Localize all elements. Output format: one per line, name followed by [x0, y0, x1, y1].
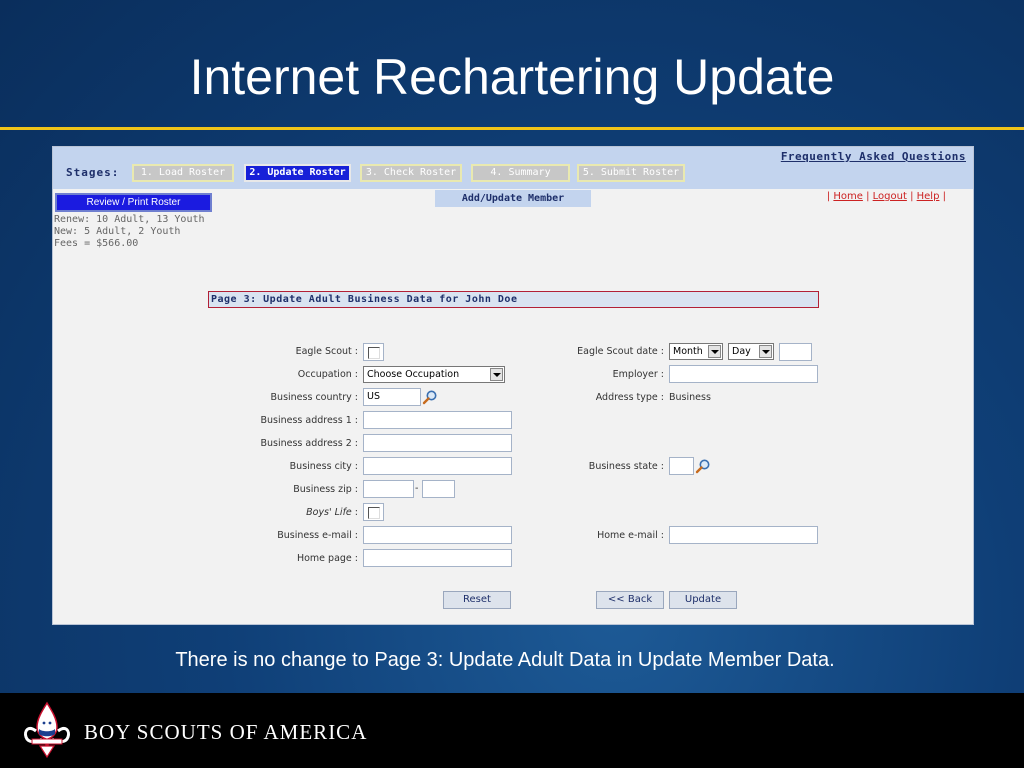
business-country-input[interactable]: US	[363, 388, 421, 406]
home-page-label: Home page :	[296, 553, 358, 564]
top-links: | Home | Logout | Help |	[827, 191, 946, 202]
bsa-fleur-de-lis-logo	[24, 701, 70, 759]
stages-label: Stages:	[66, 166, 120, 179]
section-header: Page 3: Update Adult Business Data for J…	[208, 291, 819, 308]
home-email-input[interactable]	[669, 526, 818, 544]
boys-life-checkbox[interactable]	[363, 503, 384, 521]
eagle-day-select[interactable]: Day	[728, 343, 774, 360]
day-value: Day	[732, 346, 751, 357]
eagle-scout-checkbox[interactable]	[363, 343, 384, 361]
eagle-scout-label: Eagle Scout :	[295, 346, 358, 357]
address-type-value: Business	[669, 392, 711, 403]
slide-title: Internet Rechartering Update	[189, 49, 835, 105]
link-separator: |	[906, 191, 917, 202]
month-value: Month	[673, 346, 703, 357]
reset-button[interactable]: Reset	[443, 591, 511, 609]
faq-link[interactable]: Frequently Asked Questions	[781, 150, 966, 163]
summary-fees: Fees = $566.00	[54, 238, 139, 249]
business-country-label: Business country :	[270, 392, 358, 403]
zip-separator: -	[415, 483, 419, 494]
boys-life-label: Boys' Life	[306, 507, 352, 518]
stage-summary[interactable]: 4. Summary	[471, 164, 570, 182]
business-address2-label: Business address 2 :	[260, 438, 358, 449]
footer-bar: BOY SCOUTS OF AMERICA	[0, 693, 1024, 768]
review-print-roster-button[interactable]: Review / Print Roster	[55, 193, 212, 212]
home-email-label: Home e-mail :	[597, 530, 664, 541]
summary-renew: Renew: 10 Adult, 13 Youth	[54, 214, 205, 225]
bsa-wordmark: BOY SCOUTS OF AMERICA	[84, 720, 368, 744]
roster-summary: Renew: 10 Adult, 13 Youth New: 5 Adult, …	[54, 214, 205, 250]
title-divider	[0, 127, 1024, 130]
page-tab-add-update-member: Add/Update Member	[435, 190, 591, 207]
stage-update-roster[interactable]: 2. Update Roster	[244, 164, 351, 182]
occupation-select[interactable]: Choose Occupation	[363, 366, 505, 383]
slide-caption: There is no change to Page 3: Update Adu…	[175, 649, 835, 671]
search-icon[interactable]	[422, 389, 438, 405]
business-city-label: Business city :	[289, 461, 358, 472]
business-email-label: Business e-mail :	[277, 530, 358, 541]
business-zip-label: Business zip :	[293, 484, 358, 495]
eagle-scout-date-label: Eagle Scout date :	[577, 346, 664, 357]
home-page-input[interactable]	[363, 549, 512, 567]
chevron-down-icon	[759, 345, 772, 358]
stages-bar: Stages: Frequently Asked Questions 1. Lo…	[53, 147, 973, 189]
boys-life-colon: :	[354, 507, 358, 518]
link-separator: |	[939, 191, 946, 202]
employer-label: Employer :	[612, 369, 664, 380]
rechartering-app-screenshot: Stages: Frequently Asked Questions 1. Lo…	[52, 146, 974, 625]
help-link[interactable]: Help	[917, 191, 940, 202]
summary-new: New: 5 Adult, 2 Youth	[54, 226, 181, 237]
business-address1-input[interactable]	[363, 411, 512, 429]
boys-life-label-row: Boys' Life :	[306, 507, 358, 518]
stage-load-roster[interactable]: 1. Load Roster	[132, 164, 234, 182]
search-icon[interactable]	[695, 458, 711, 474]
chevron-down-icon	[490, 368, 503, 381]
stage-submit-roster[interactable]: 5. Submit Roster	[577, 164, 685, 182]
eagle-year-input[interactable]	[779, 343, 812, 361]
occupation-label: Occupation :	[297, 369, 358, 380]
business-zip-input[interactable]	[363, 480, 414, 498]
stage-check-roster[interactable]: 3. Check Roster	[360, 164, 462, 182]
chevron-down-icon	[708, 345, 721, 358]
business-zip4-input[interactable]	[422, 480, 455, 498]
eagle-month-select[interactable]: Month	[669, 343, 723, 360]
back-button[interactable]: << Back	[596, 591, 664, 609]
business-city-input[interactable]	[363, 457, 512, 475]
business-state-label: Business state :	[588, 461, 664, 472]
business-state-input[interactable]	[669, 457, 694, 475]
occupation-value: Choose Occupation	[367, 369, 460, 380]
link-separator: |	[862, 191, 873, 202]
business-email-input[interactable]	[363, 526, 512, 544]
business-address1-label: Business address 1 :	[260, 415, 358, 426]
update-button[interactable]: Update	[669, 591, 737, 609]
logout-link[interactable]: Logout	[873, 191, 907, 202]
home-link[interactable]: Home	[833, 191, 863, 202]
address-type-label: Address type :	[595, 392, 664, 403]
employer-input[interactable]	[669, 365, 818, 383]
business-address2-input[interactable]	[363, 434, 512, 452]
